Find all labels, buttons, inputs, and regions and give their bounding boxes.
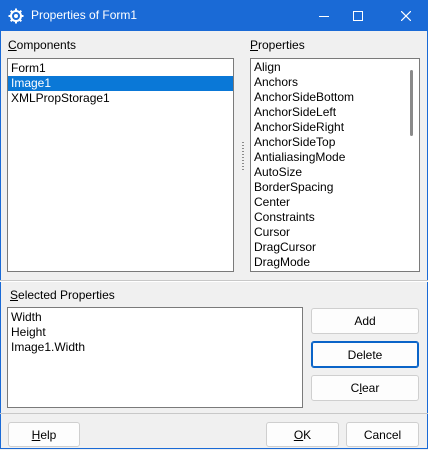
scrollbar-thumb[interactable] — [410, 70, 413, 136]
minimize-icon — [319, 15, 329, 17]
ok-button[interactable]: OK — [266, 422, 339, 447]
add-button-label: Add — [354, 314, 376, 328]
delete-button-label: Delete — [347, 347, 383, 362]
selected-property-item[interactable]: Width — [8, 310, 302, 325]
cancel-button-label: Cancel — [363, 427, 402, 442]
property-list-item[interactable]: BorderSpacing — [251, 180, 419, 195]
property-list-item[interactable]: AntialiasingMode — [251, 150, 419, 165]
window-title: Properties of Form1 — [31, 8, 138, 22]
component-list-item[interactable]: Image1 — [8, 76, 233, 91]
delete-button[interactable]: Delete — [311, 341, 419, 368]
close-icon — [401, 10, 411, 21]
selected-properties-label: Selected Properties — [10, 288, 115, 302]
components-list[interactable]: Form1 Image1 XMLPropStorage1 — [7, 58, 234, 272]
clear-button-label: Clear — [350, 381, 380, 395]
property-list-item[interactable]: DragCursor — [251, 240, 419, 255]
cancel-button[interactable]: Cancel — [346, 422, 419, 447]
property-list-item[interactable]: AnchorSideBottom — [251, 90, 419, 105]
ok-button-label: OK — [293, 427, 312, 442]
components-label: Components — [8, 38, 77, 52]
app-gear-icon — [8, 8, 24, 24]
property-list-item[interactable]: Anchors — [251, 75, 419, 90]
help-button-label: Help — [31, 427, 57, 442]
property-list-item[interactable]: AnchorSideRight — [251, 120, 419, 135]
maximize-button[interactable] — [341, 0, 375, 31]
separator-highlight — [0, 281, 428, 282]
splitter-handle[interactable] — [242, 142, 244, 172]
minimize-button[interactable] — [307, 0, 341, 31]
property-list-item[interactable]: AnchorSideTop — [251, 135, 419, 150]
component-list-item[interactable]: XMLPropStorage1 — [8, 91, 233, 106]
properties-label: Properties — [250, 38, 305, 52]
bottom-separator — [0, 413, 428, 414]
property-list-item[interactable]: Align — [251, 60, 419, 75]
property-list-item[interactable]: Cursor — [251, 225, 419, 240]
selected-property-item[interactable]: Image1.Width — [8, 340, 302, 355]
component-list-item[interactable]: Form1 — [8, 61, 233, 76]
properties-scrollbar[interactable] — [404, 59, 419, 271]
clear-button[interactable]: Clear — [311, 375, 419, 401]
property-list-item[interactable]: AutoSize — [251, 165, 419, 180]
property-list-item[interactable]: AnchorSideLeft — [251, 105, 419, 120]
add-button[interactable]: Add — [311, 308, 419, 334]
selected-property-item[interactable]: Height — [8, 325, 302, 340]
maximize-icon — [353, 10, 363, 21]
help-button[interactable]: Help — [8, 422, 80, 447]
property-list-item[interactable]: DragMode — [251, 255, 419, 270]
property-list-item[interactable]: Constraints — [251, 210, 419, 225]
selected-properties-list[interactable]: Width Height Image1.Width — [7, 307, 303, 408]
title-bar[interactable]: Properties of Form1 — [0, 0, 428, 31]
properties-list[interactable]: Align Anchors AnchorSideBottom AnchorSideLe… — [250, 58, 420, 272]
close-button[interactable] — [384, 0, 428, 31]
property-list-item[interactable]: Center — [251, 195, 419, 210]
